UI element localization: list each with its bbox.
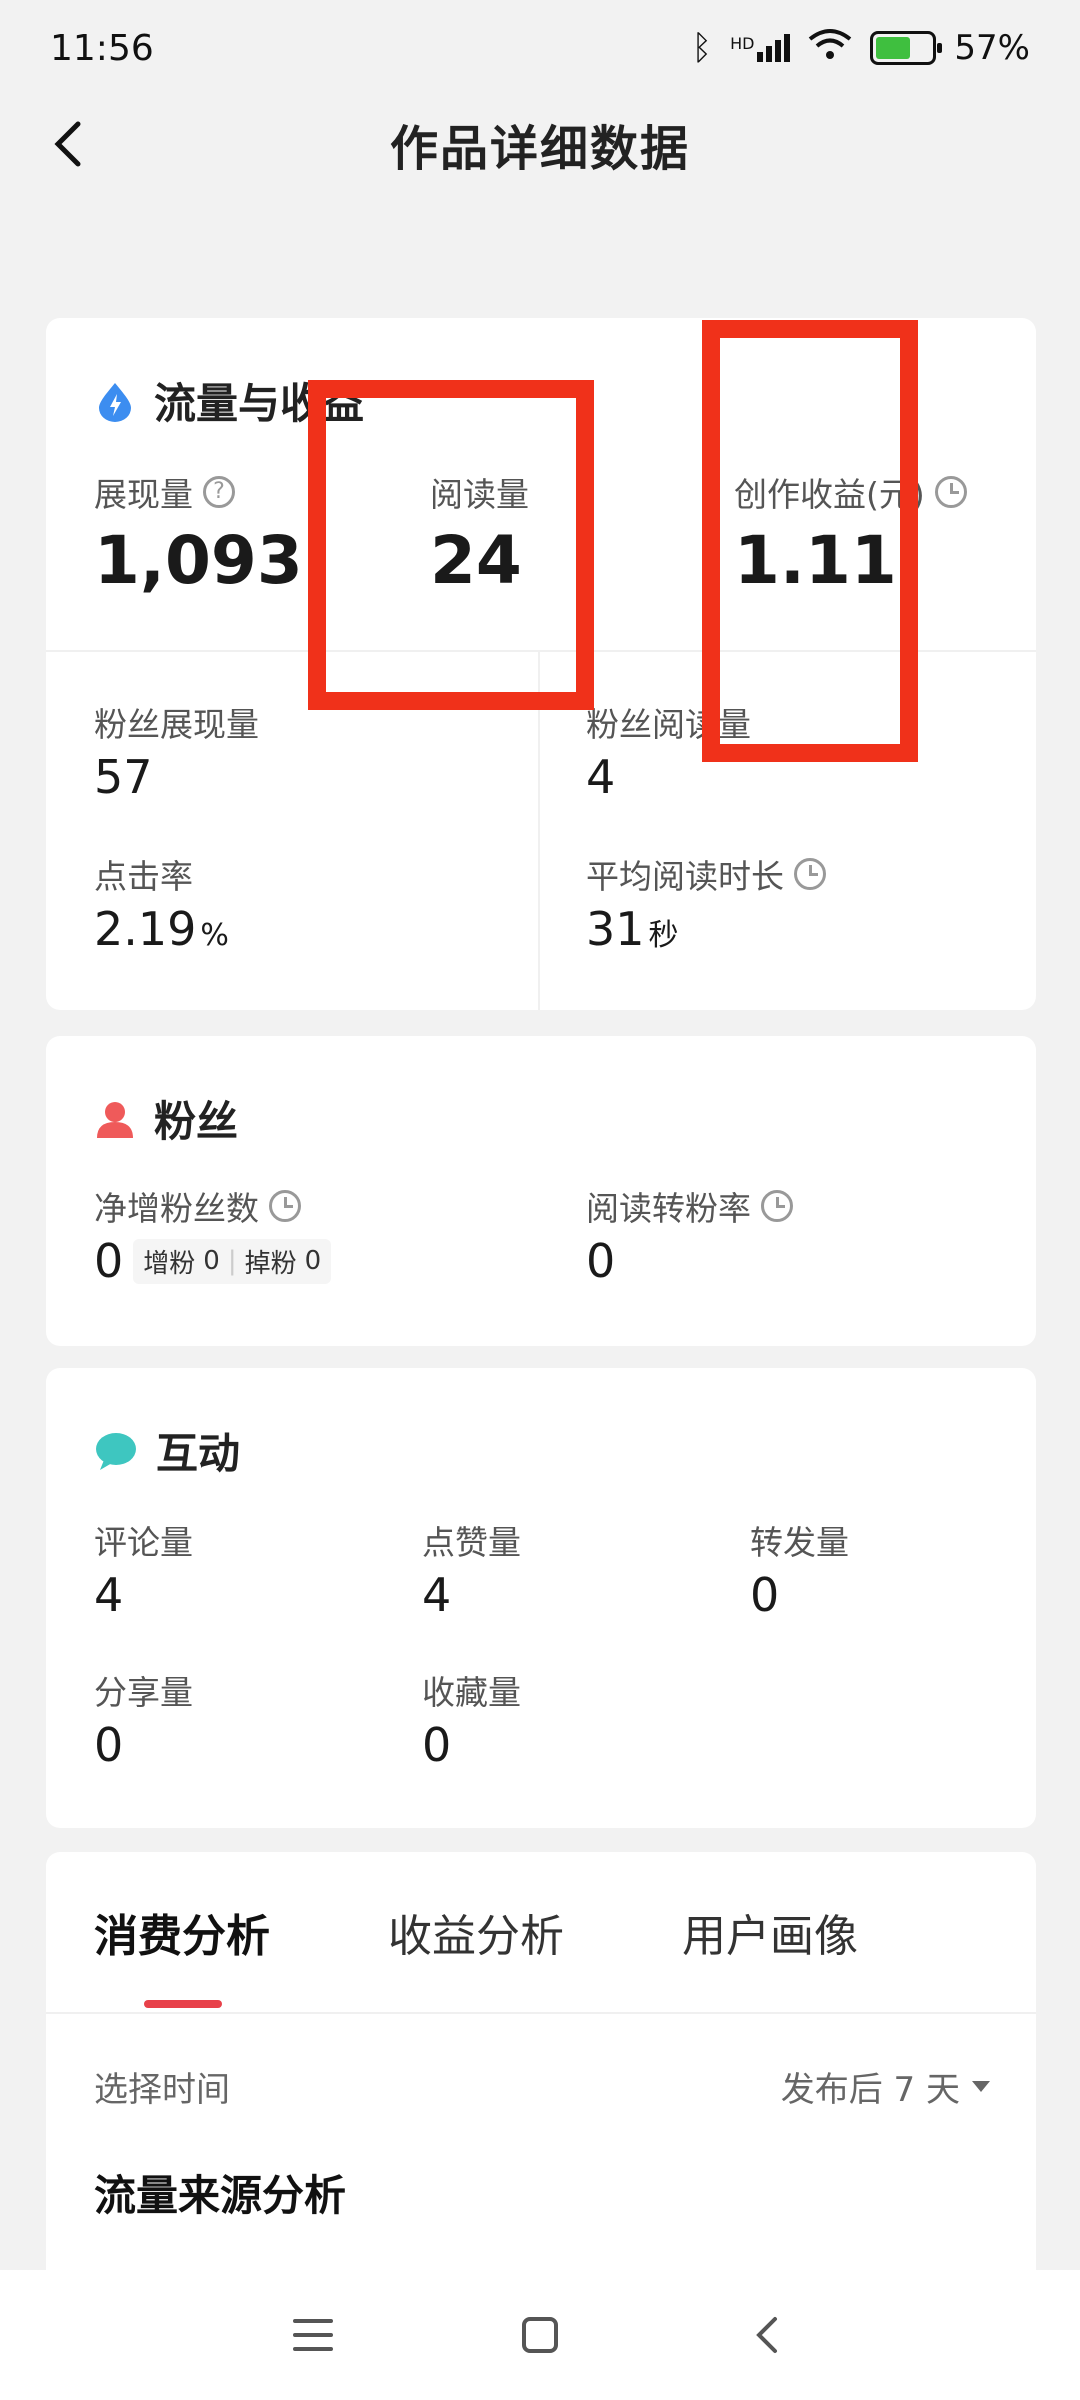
clock-icon[interactable] bbox=[934, 476, 967, 508]
favorites-metric[interactable]: 收藏量 0 bbox=[422, 1666, 521, 1772]
page-title: 作品详细数据 bbox=[389, 121, 690, 177]
status-icons: ᛒ HD 57% bbox=[692, 27, 1030, 70]
comments-metric[interactable]: 评论量 4 bbox=[94, 1516, 193, 1622]
impressions-value: 1,093 bbox=[94, 522, 303, 599]
section-title: 流量来源分析 bbox=[94, 2171, 347, 2220]
chat-bubble-icon bbox=[96, 1432, 136, 1470]
net-fans-value: 0 bbox=[94, 1234, 124, 1288]
reposts-metric[interactable]: 转发量 0 bbox=[750, 1516, 849, 1622]
status-bar: 11:56 ᛒ HD 57% bbox=[0, 0, 1080, 96]
tab-consumption[interactable]: 消费分析 bbox=[94, 1900, 270, 1964]
reposts-value: 0 bbox=[750, 1568, 780, 1622]
clock-icon[interactable] bbox=[269, 1190, 301, 1222]
menu-button[interactable] bbox=[273, 2295, 353, 2375]
likes-value: 4 bbox=[422, 1568, 452, 1622]
menu-icon bbox=[293, 2319, 334, 2351]
fan-impressions-metric[interactable]: 粉丝展现量 57 bbox=[94, 698, 259, 804]
conv-metric[interactable]: 阅读转粉率 0 bbox=[586, 1182, 793, 1288]
time-filter-dropdown[interactable]: 发布后 7 天 bbox=[781, 2062, 990, 2111]
impressions-metric[interactable]: 展现量? 1,093 bbox=[94, 468, 303, 599]
interaction-card: 互动 评论量 4 点赞量 4 转发量 0 分享量 0 收藏量 0 bbox=[46, 1368, 1036, 1828]
fans-detail-badge: 增粉 0 | 掉粉 0 bbox=[133, 1238, 332, 1284]
fans-card: 粉丝 净增粉丝数 0 增粉 0 | 掉粉 0 阅读转粉率 0 bbox=[46, 1036, 1036, 1346]
clock-icon[interactable] bbox=[761, 1190, 793, 1222]
fans-card-title: 粉丝 bbox=[94, 1088, 238, 1149]
chevron-left-icon bbox=[54, 121, 81, 167]
home-square-icon bbox=[521, 2317, 558, 2353]
nav-bar: 作品详细数据 bbox=[0, 96, 1080, 192]
comments-value: 4 bbox=[94, 1568, 124, 1622]
caret-down-icon bbox=[972, 2080, 990, 2092]
likes-metric[interactable]: 点赞量 4 bbox=[422, 1516, 521, 1622]
shares-metric[interactable]: 分享量 0 bbox=[94, 1666, 193, 1772]
traffic-drop-icon bbox=[99, 382, 131, 422]
hd-label: HD bbox=[730, 34, 755, 53]
highlight-box-reads bbox=[308, 380, 594, 710]
tab-earnings[interactable]: 收益分析 bbox=[388, 1900, 564, 1964]
interaction-card-title: 互动 bbox=[94, 1420, 240, 1481]
battery-percent: 57% bbox=[954, 28, 1030, 68]
system-back-button[interactable] bbox=[727, 2295, 807, 2375]
signal-icon: HD bbox=[730, 34, 791, 62]
time-filter-label: 选择时间 bbox=[94, 2070, 230, 2110]
favorites-value: 0 bbox=[422, 1718, 452, 1772]
system-nav-bar bbox=[0, 2270, 1080, 2400]
fan-impressions-value: 57 bbox=[94, 750, 153, 804]
tab-indicator bbox=[144, 2000, 222, 2008]
ctr-value: 2.19 bbox=[94, 902, 197, 956]
conv-value: 0 bbox=[586, 1234, 616, 1288]
tab-user-profile[interactable]: 用户画像 bbox=[682, 1900, 858, 1964]
wifi-icon bbox=[808, 27, 852, 70]
avg-time-value: 31 bbox=[586, 902, 645, 956]
back-button[interactable] bbox=[40, 112, 104, 176]
person-icon bbox=[97, 1101, 133, 1138]
net-fans-metric[interactable]: 净增粉丝数 0 增粉 0 | 掉粉 0 bbox=[94, 1182, 332, 1288]
battery-icon bbox=[870, 31, 943, 65]
ctr-metric[interactable]: 点击率 2.19% bbox=[94, 850, 229, 956]
status-time: 11:56 bbox=[50, 27, 154, 69]
analysis-card: 消费分析 收益分析 用户画像 选择时间 发布后 7 天 流量来源分析 bbox=[46, 1852, 1036, 2282]
home-button[interactable] bbox=[500, 2295, 580, 2375]
clock-icon[interactable] bbox=[794, 858, 826, 890]
chevron-left-icon bbox=[755, 2317, 777, 2353]
bluetooth-icon: ᛒ bbox=[691, 28, 713, 68]
highlight-box-earnings bbox=[702, 320, 918, 762]
help-icon[interactable]: ? bbox=[203, 476, 235, 508]
shares-value: 0 bbox=[94, 1718, 124, 1772]
analysis-tabs: 消费分析 收益分析 用户画像 bbox=[46, 1852, 1036, 2012]
avg-time-metric[interactable]: 平均阅读时长 31 秒 bbox=[586, 850, 826, 956]
divider bbox=[46, 2012, 1036, 2014]
